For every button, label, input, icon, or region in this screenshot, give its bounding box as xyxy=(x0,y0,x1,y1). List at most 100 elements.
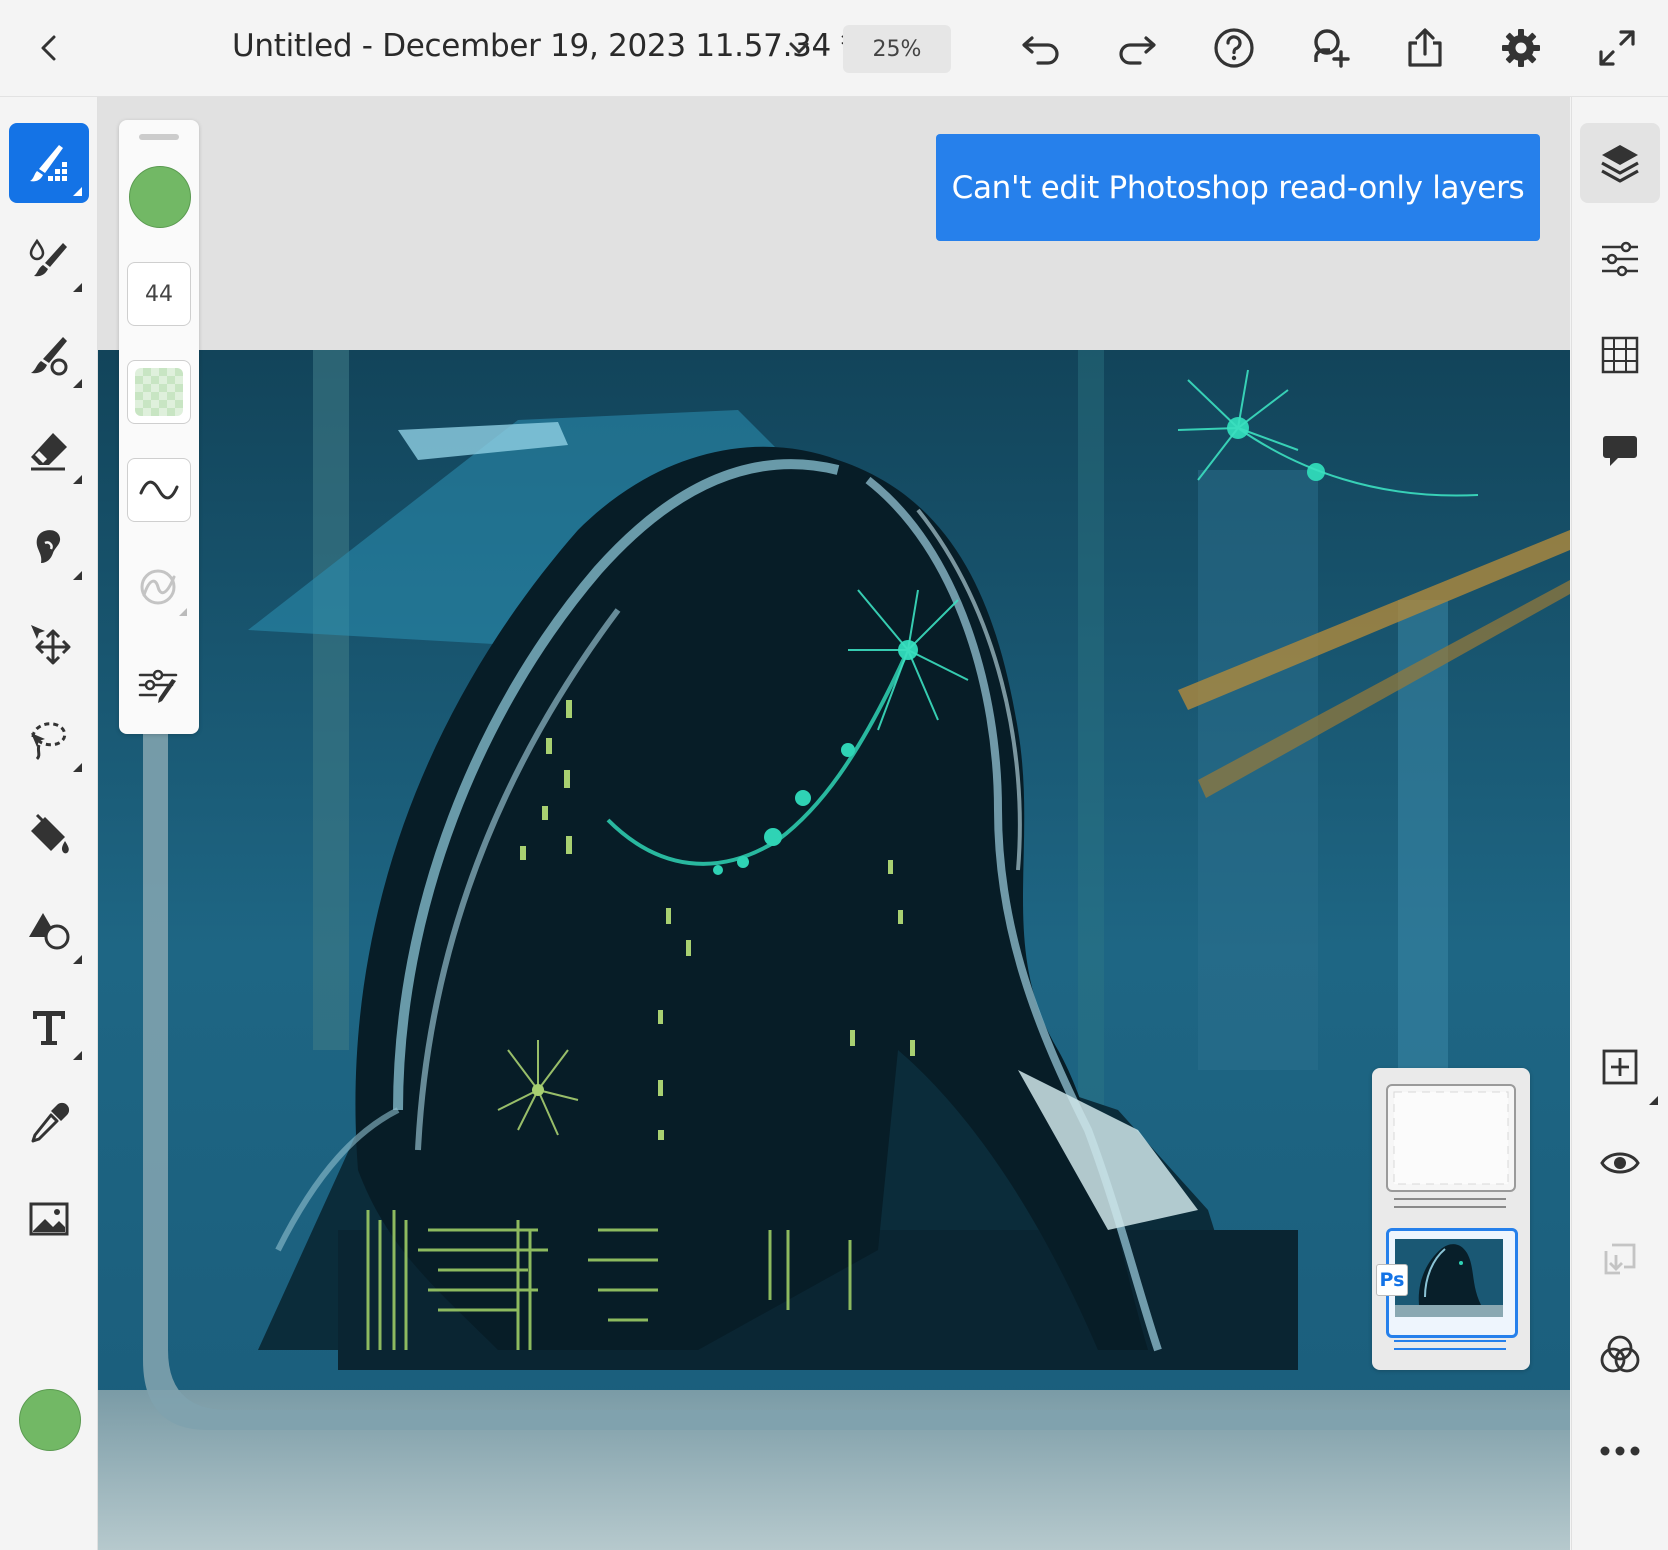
color-swatch[interactable] xyxy=(19,1389,81,1451)
back-button[interactable] xyxy=(20,18,80,78)
image-icon xyxy=(29,1202,69,1236)
smudge-icon xyxy=(36,530,61,563)
zoom-level[interactable]: 25% xyxy=(843,25,951,73)
right-toolbar xyxy=(1571,97,1668,1550)
panel-drag-handle[interactable] xyxy=(139,134,179,140)
pixel-brush-tool[interactable] xyxy=(9,123,89,203)
add-layer-icon xyxy=(1602,1049,1638,1085)
chevron-left-icon xyxy=(41,35,56,61)
tool-options-indicator xyxy=(73,571,82,580)
layer-properties-button[interactable] xyxy=(1580,219,1660,299)
lasso-icon xyxy=(31,722,67,761)
help-button[interactable] xyxy=(1204,18,1264,78)
shapes-icon xyxy=(29,913,70,950)
transform-icon xyxy=(31,625,71,665)
comment-icon xyxy=(1603,436,1637,466)
eyedropper-icon xyxy=(31,1102,70,1143)
title-dropdown-button[interactable] xyxy=(769,18,829,78)
layers-button[interactable] xyxy=(1580,123,1660,203)
help-icon xyxy=(1214,28,1254,68)
invite-user-icon xyxy=(1314,29,1350,68)
visibility-icon xyxy=(1600,1152,1640,1174)
shapes-tool[interactable] xyxy=(9,891,89,971)
text-icon xyxy=(33,1011,65,1045)
share-button[interactable] xyxy=(1395,18,1455,78)
layer-properties-icon xyxy=(1602,241,1638,277)
image-tool[interactable] xyxy=(9,1179,89,1259)
tool-options-indicator xyxy=(73,379,82,388)
layer-divider-selected xyxy=(1394,1340,1506,1342)
tool-options-indicator xyxy=(73,283,82,292)
brush-opacity-control[interactable] xyxy=(127,360,191,424)
eraser-tool[interactable] xyxy=(9,411,89,491)
document-title[interactable]: Untitled - December 19, 2023 11.57.34 * xyxy=(232,28,856,64)
invite-button[interactable] xyxy=(1300,18,1360,78)
settings-icon xyxy=(1502,29,1540,67)
tool-options-indicator xyxy=(179,608,187,616)
brush-icon xyxy=(31,337,68,376)
tool-options-indicator xyxy=(73,187,82,196)
merge-down-button[interactable] xyxy=(1580,1219,1660,1299)
pixel-brush-icon xyxy=(30,145,67,182)
pressure-icon xyxy=(140,569,176,605)
brush-color-swatch[interactable] xyxy=(129,166,191,228)
read-only-toast: Can't edit Photoshop read-only layers xyxy=(936,134,1540,241)
redo-icon xyxy=(1119,36,1156,65)
layer-divider xyxy=(1394,1198,1506,1200)
flow-wave-icon xyxy=(139,480,179,500)
grid-button[interactable] xyxy=(1580,315,1660,395)
layer-divider xyxy=(1394,1206,1506,1208)
photoshop-layer-badge: Ps xyxy=(1376,1264,1408,1296)
transform-tool[interactable] xyxy=(9,603,89,683)
lasso-tool[interactable] xyxy=(9,699,89,779)
add-layer-button[interactable] xyxy=(1580,1027,1660,1107)
artwork-canvas[interactable] xyxy=(98,350,1570,1550)
fill-icon xyxy=(31,813,69,854)
tool-options-indicator xyxy=(73,1051,82,1060)
share-icon xyxy=(1408,28,1442,67)
blank-layer-preview xyxy=(1393,1091,1509,1185)
pressure-control[interactable] xyxy=(127,556,189,618)
undo-icon xyxy=(1022,36,1059,65)
brush-settings-icon xyxy=(138,669,178,703)
eyedropper-tool[interactable] xyxy=(9,1083,89,1163)
brush-size-control[interactable]: 44 xyxy=(127,262,191,326)
brush-flow-control[interactable] xyxy=(127,458,191,522)
opacity-checker-icon xyxy=(135,368,183,416)
settings-button[interactable] xyxy=(1491,18,1551,78)
blend-modes-icon xyxy=(1600,1335,1640,1373)
canvas-area[interactable] xyxy=(98,97,1570,1550)
eraser-icon xyxy=(31,433,67,471)
fullscreen-icon xyxy=(1599,30,1635,66)
tool-options-indicator xyxy=(1649,1096,1658,1105)
layers-mini-panel: Ps xyxy=(1372,1068,1530,1370)
smudge-tool[interactable] xyxy=(9,507,89,587)
more-options-button[interactable] xyxy=(1580,1411,1660,1491)
more-icon xyxy=(1600,1446,1640,1456)
text-tool[interactable] xyxy=(9,987,89,1067)
fill-tool[interactable] xyxy=(9,795,89,875)
live-brush-tool[interactable] xyxy=(9,219,89,299)
undo-button[interactable] xyxy=(1011,18,1071,78)
tool-options-indicator xyxy=(73,475,82,484)
merge-down-icon xyxy=(1604,1243,1636,1275)
live-brush-icon xyxy=(29,238,67,277)
brush-settings-panel: 44 xyxy=(119,120,199,734)
left-toolbar xyxy=(0,97,98,1550)
brush-size-value: 44 xyxy=(145,281,173,307)
blend-modes-button[interactable] xyxy=(1580,1315,1660,1395)
visibility-button[interactable] xyxy=(1580,1123,1660,1203)
layer-divider-selected xyxy=(1394,1348,1506,1350)
tool-options-indicator xyxy=(73,955,82,964)
fullscreen-button[interactable] xyxy=(1587,18,1647,78)
brush-settings-button[interactable] xyxy=(127,654,189,716)
comments-button[interactable] xyxy=(1580,411,1660,491)
brush-tool[interactable] xyxy=(9,315,89,395)
top-bar: Untitled - December 19, 2023 11.57.34 * … xyxy=(0,0,1668,97)
layer-thumbnail-blank[interactable] xyxy=(1386,1084,1516,1192)
layers-icon xyxy=(1601,145,1639,183)
grid-icon xyxy=(1601,336,1639,374)
tool-options-indicator xyxy=(73,763,82,772)
redo-button[interactable] xyxy=(1107,18,1167,78)
chevron-down-icon xyxy=(789,42,809,54)
